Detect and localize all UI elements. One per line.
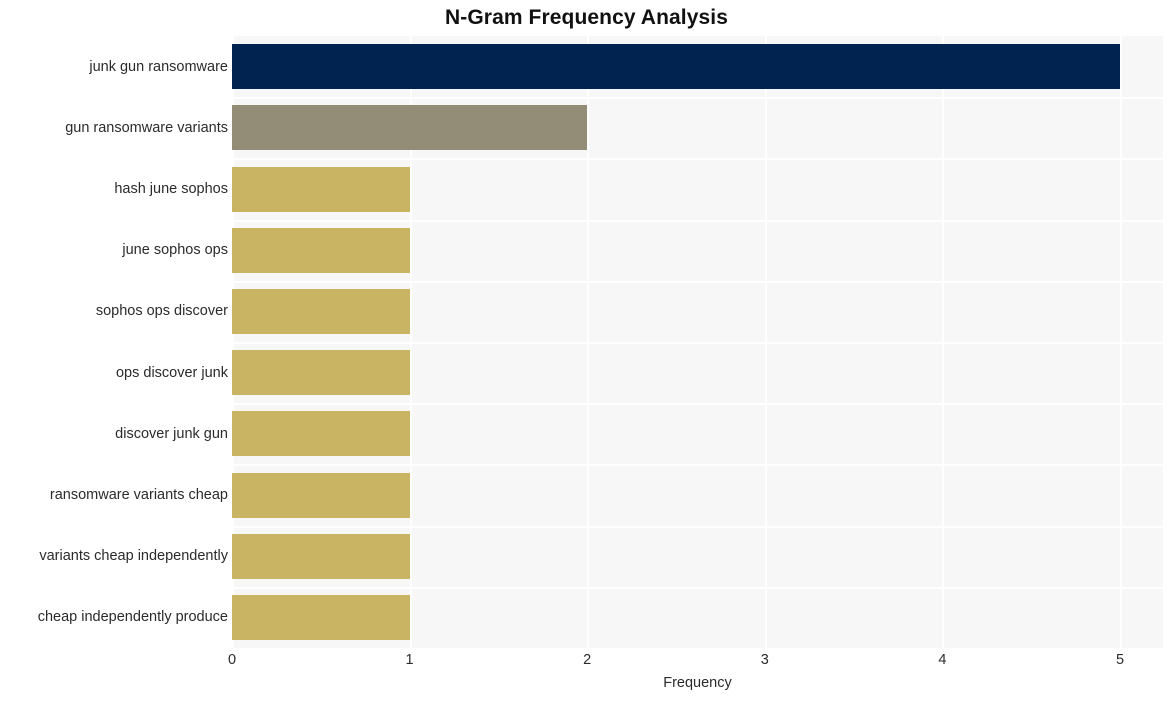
- bar: [232, 44, 1120, 90]
- y-axis-tick-label: sophos ops discover: [95, 303, 228, 320]
- bar: [232, 533, 410, 579]
- bar: [232, 288, 410, 334]
- y-axis-tick-label: hash june sophos: [114, 181, 228, 197]
- bar: [232, 411, 410, 457]
- bar: [232, 472, 410, 518]
- bar: [232, 166, 410, 212]
- y-axis-tick-label: variants cheap independently: [39, 548, 228, 565]
- bar: [232, 594, 410, 640]
- ngram-frequency-chart: N-Gram Frequency Analysis junk gun ranso…: [0, 0, 1173, 701]
- y-axis-tick-label: discover junk gun: [115, 425, 228, 442]
- y-axis-tick-label: cheap independently produce: [37, 609, 228, 626]
- plot-area: [232, 36, 1163, 648]
- bars-layer: [232, 36, 1163, 648]
- y-axis-tick-label: ransomware variants cheap: [49, 487, 228, 503]
- x-axis-tick-labels: 0 1 2 3 4 5: [0, 652, 1173, 676]
- y-axis-tick-label: junk gun ransomware: [89, 58, 228, 75]
- chart-title: N-Gram Frequency Analysis: [445, 6, 728, 29]
- x-axis-tick-label: 3: [760, 652, 769, 668]
- y-axis-tick-label: june sophos ops: [122, 242, 228, 259]
- x-axis-tick-label: 4: [938, 652, 947, 668]
- x-axis-tick-label: 0: [227, 652, 237, 668]
- bar: [232, 105, 588, 151]
- y-axis-tick-label: ops discover junk: [115, 364, 228, 381]
- x-axis-tick-label: 1: [405, 652, 414, 668]
- x-axis-tick-label: 5: [1115, 652, 1125, 668]
- y-axis-tick-labels: junk gun ransomware gun ransomware varian…: [0, 36, 228, 648]
- bar: [232, 227, 410, 273]
- x-axis-title: Frequency: [663, 675, 732, 691]
- x-axis-tick-label: 2: [583, 652, 592, 668]
- y-axis-tick-label: gun ransomware variants: [65, 119, 228, 136]
- bar: [232, 350, 410, 396]
